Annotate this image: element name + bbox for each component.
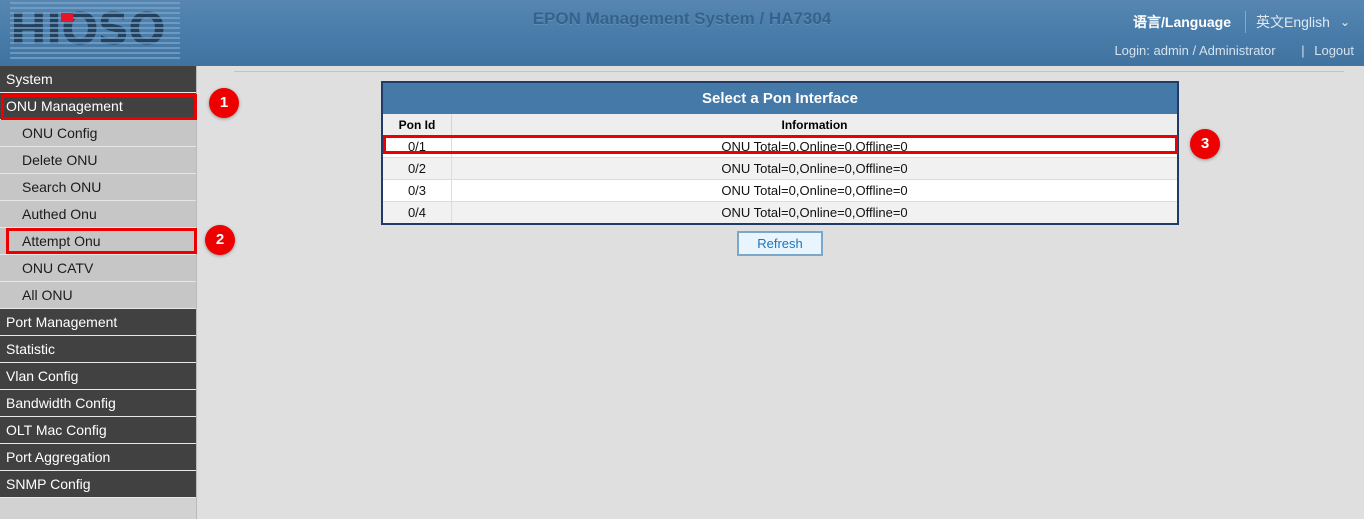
sidebar-item-system[interactable]: System <box>0 66 196 93</box>
sidebar-item-bandwidth-config[interactable]: Bandwidth Config <box>0 390 196 417</box>
panel-title: Select a Pon Interface <box>383 83 1177 114</box>
brand-logo-text: HIOSO <box>10 8 165 52</box>
cell-pon-id[interactable]: 0/1 <box>383 136 452 158</box>
sidebar-item-onu-catv[interactable]: ONU CATV <box>0 255 196 282</box>
sidebar-item-snmp-config[interactable]: SNMP Config <box>0 471 196 498</box>
logout-link[interactable]: Logout <box>1314 43 1354 58</box>
top-banner: HIOSO EPON Management System / HA7304 语言… <box>0 0 1364 66</box>
sidebar-item-delete-onu[interactable]: Delete ONU <box>0 147 196 174</box>
column-header-pon-id: Pon Id <box>383 114 452 136</box>
sidebar-item-attempt-onu[interactable]: Attempt Onu <box>0 228 196 255</box>
sidebar-item-vlan-config[interactable]: Vlan Config <box>0 363 196 390</box>
sidebar-item-statistic[interactable]: Statistic <box>0 336 196 363</box>
cell-information: ONU Total=0,Online=0,Offline=0 <box>452 158 1178 180</box>
sidebar-item-onu-config[interactable]: ONU Config <box>0 120 196 147</box>
table-row[interactable]: 0/1 ONU Total=0,Online=0,Offline=0 <box>383 136 1177 158</box>
table-row[interactable]: 0/4 ONU Total=0,Online=0,Offline=0 <box>383 202 1177 224</box>
refresh-button-container: Refresh <box>381 231 1179 256</box>
cell-pon-id[interactable]: 0/4 <box>383 202 452 224</box>
cell-information: ONU Total=0,Online=0,Offline=0 <box>452 136 1178 158</box>
cell-information: ONU Total=0,Online=0,Offline=0 <box>452 180 1178 202</box>
sidebar-nav: System ONU Management ONU Config Delete … <box>0 66 197 519</box>
content-divider <box>234 71 1344 72</box>
brand-logo: HIOSO <box>10 2 172 58</box>
table-row[interactable]: 0/3 ONU Total=0,Online=0,Offline=0 <box>383 180 1177 202</box>
cell-pon-id[interactable]: 0/3 <box>383 180 452 202</box>
language-select[interactable]: 英文English ⌄ <box>1245 11 1354 33</box>
sidebar-item-port-management[interactable]: Port Management <box>0 309 196 336</box>
sidebar-item-port-aggregation[interactable]: Port Aggregation <box>0 444 196 471</box>
sidebar-item-olt-mac-config[interactable]: OLT Mac Config <box>0 417 196 444</box>
column-header-information: Information <box>452 114 1178 136</box>
table-header-row: Pon Id Information <box>383 114 1177 136</box>
login-user-text: Login: admin / Administrator <box>1114 43 1275 58</box>
pon-interface-panel: Select a Pon Interface Pon Id Informatio… <box>381 81 1179 225</box>
table-row[interactable]: 0/2 ONU Total=0,Online=0,Offline=0 <box>383 158 1177 180</box>
cell-information: ONU Total=0,Online=0,Offline=0 <box>452 202 1178 224</box>
sidebar-item-onu-management[interactable]: ONU Management <box>0 93 196 120</box>
sidebar-item-search-onu[interactable]: Search ONU <box>0 174 196 201</box>
sidebar-item-all-onu[interactable]: All ONU <box>0 282 196 309</box>
logo-red-accent <box>61 13 73 22</box>
session-separator: | <box>1279 43 1310 58</box>
session-info: Login: admin / Administrator | Logout <box>1114 43 1354 58</box>
chevron-down-icon: ⌄ <box>1340 16 1350 28</box>
language-select-value: 英文English <box>1256 12 1330 32</box>
sidebar-item-authed-onu[interactable]: Authed Onu <box>0 201 196 228</box>
cell-pon-id[interactable]: 0/2 <box>383 158 452 180</box>
content-area: Select a Pon Interface Pon Id Informatio… <box>198 66 1364 519</box>
language-label: 语言/Language <box>1133 12 1231 32</box>
refresh-button[interactable]: Refresh <box>737 231 823 256</box>
language-control: 语言/Language 英文English ⌄ <box>1133 10 1354 34</box>
pon-interface-table: Pon Id Information 0/1 ONU Total=0,Onlin… <box>383 114 1177 223</box>
